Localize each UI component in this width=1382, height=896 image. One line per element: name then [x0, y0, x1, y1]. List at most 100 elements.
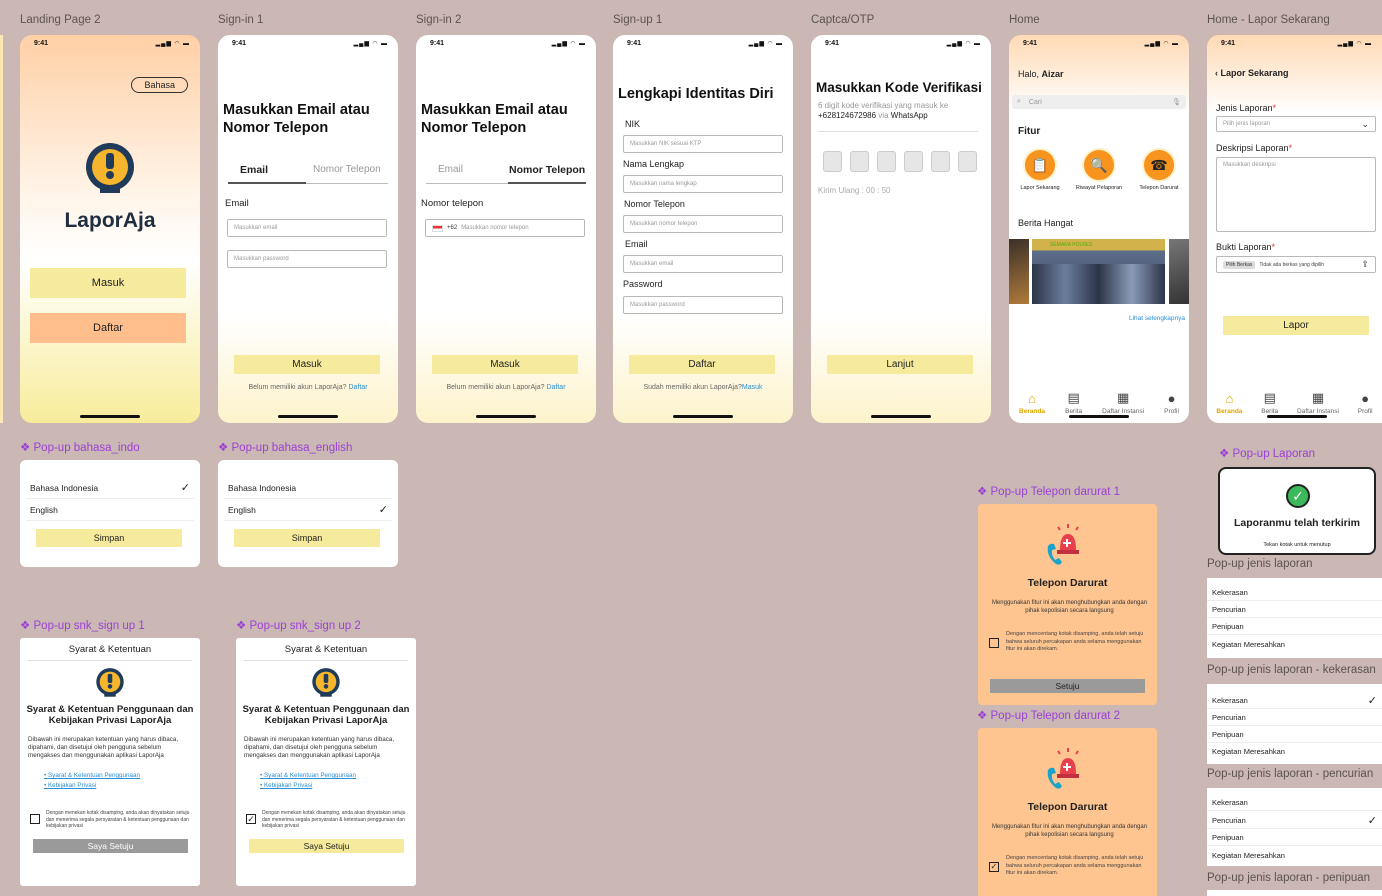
password-input[interactable]: Masukkan password: [227, 250, 387, 268]
deskripsi-textarea[interactable]: Masukkan deskripsi: [1216, 157, 1376, 232]
option-indonesia[interactable]: Bahasa Indonesia: [224, 477, 392, 499]
bahasa-english-popup: Bahasa Indonesia English ✓ Simpan: [218, 460, 398, 567]
masuk-submit-button[interactable]: Masuk: [234, 355, 380, 374]
jenis-option[interactable]: Kekerasan ✓: [1207, 692, 1382, 709]
nama-input[interactable]: Masukkan nama lengkap: [623, 175, 783, 193]
jenis-option-label: Kegiatan Meresahkan: [1212, 747, 1285, 756]
consent-checkbox-checked[interactable]: ✓: [246, 814, 256, 824]
password-input[interactable]: Masukkan password: [623, 296, 783, 314]
jenis-option[interactable]: Pencurian ✓: [1207, 812, 1382, 829]
jenis-option[interactable]: Kegiatan Meresahkan: [1207, 743, 1382, 760]
jenis-option[interactable]: Penipuan: [1207, 829, 1382, 846]
jenis-option[interactable]: Kekerasan: [1207, 794, 1382, 811]
simpan-button[interactable]: Simpan: [234, 529, 380, 547]
option-english[interactable]: English: [26, 499, 194, 521]
masuk-submit-button[interactable]: Masuk: [432, 355, 578, 374]
email-input[interactable]: Masukkan email: [227, 219, 387, 237]
nav-instansi[interactable]: ▦ Daftar Instansi: [1102, 390, 1144, 415]
tab-email[interactable]: Email: [438, 164, 463, 175]
flag-icon: [432, 224, 443, 232]
daftar-submit-button[interactable]: Daftar: [629, 355, 775, 374]
syarat-link[interactable]: Syarat & Ketentuan Penggunaan: [264, 772, 356, 779]
privasi-link[interactable]: Kebijakan Privasi: [48, 782, 96, 789]
otp-digit[interactable]: [958, 151, 977, 172]
tab-phone[interactable]: Nomor Telepon: [509, 164, 585, 176]
lihat-selengkapnya-link[interactable]: Lihat selengkapnya: [1129, 315, 1185, 322]
lanjut-button[interactable]: Lanjut: [827, 355, 973, 374]
email-input[interactable]: Masukkan email: [623, 255, 783, 273]
laporan-popup[interactable]: ✓ Laporanmu telah terkirim Tekan kotak u…: [1218, 467, 1376, 555]
nav-berita[interactable]: ▤ Berita: [1261, 390, 1278, 415]
search-input[interactable]: Cari: [1029, 99, 1164, 106]
laporan-title: Laporanmu telah terkirim: [1233, 517, 1361, 529]
country-code: +62: [447, 225, 458, 231]
telp-input[interactable]: Masukkan nomor telepon: [623, 215, 783, 233]
option-indonesia[interactable]: Bahasa Indonesia ✓: [26, 477, 194, 499]
status-bar: 9:41 ▂▄▆ ◠ ▬: [627, 40, 783, 47]
nav-label: Berita: [1261, 408, 1279, 415]
signup1-screen: 9:41 ▂▄▆ ◠ ▬ Lengkapi Identitas Diri NIK …: [613, 35, 793, 423]
daftar-button[interactable]: Daftar: [30, 313, 186, 343]
nik-input[interactable]: Masukkan NIK sesuai KTP: [623, 135, 783, 153]
jenis-option[interactable]: Penipuan: [1207, 618, 1382, 635]
jenis-option[interactable]: Penipuan: [1207, 726, 1382, 743]
otp-digit[interactable]: [904, 151, 923, 172]
privasi-link[interactable]: Kebijakan Privasi: [264, 782, 312, 789]
home-indicator: [476, 415, 536, 418]
tab-email[interactable]: Email: [240, 164, 268, 176]
search-bar[interactable]: ⌕ Cari 🎙: [1012, 95, 1186, 109]
consent-checkbox-checked[interactable]: ✓: [989, 862, 999, 872]
consent-checkbox[interactable]: [30, 814, 40, 824]
jenis-option[interactable]: Kegiatan Meresahkan: [1207, 636, 1382, 653]
daftar-link[interactable]: Daftar: [546, 384, 565, 391]
building-icon: ▦: [1311, 390, 1325, 405]
file-input[interactable]: Pilih Berkas Tidak ada berkas yang dipil…: [1216, 256, 1376, 273]
consent-checkbox[interactable]: [989, 638, 999, 648]
nav-berita[interactable]: ▤ Berita: [1065, 390, 1082, 415]
masuk-button[interactable]: Masuk: [30, 268, 186, 298]
pilih-berkas-button[interactable]: Pilih Berkas: [1223, 260, 1256, 269]
feature-lapor-sekarang[interactable]: 📋 Lapor Sekarang: [1014, 148, 1066, 191]
jenis-option[interactable]: Pencurian: [1207, 601, 1382, 618]
divider: [818, 131, 978, 132]
simpan-button[interactable]: Simpan: [36, 529, 182, 547]
nav-instansi[interactable]: ▦ Daftar Instansi: [1297, 390, 1339, 415]
syarat-link[interactable]: Syarat & Ketentuan Penggunaan: [48, 772, 140, 779]
greeting: Halo, Aizar: [1018, 69, 1064, 79]
app-logo-icon: [310, 666, 342, 700]
jenis-option[interactable]: Kekerasan: [1207, 584, 1382, 601]
back-button[interactable]: ‹ Lapor Sekarang: [1215, 68, 1289, 78]
snk-links: • Syarat & Ketentuan Penggunaan • Kebijak…: [260, 772, 357, 789]
daftar-link[interactable]: Daftar: [348, 384, 367, 391]
jenis-option-label: Kekerasan: [1212, 695, 1248, 705]
otp-digit[interactable]: [931, 151, 950, 172]
otp-digit[interactable]: [850, 151, 869, 172]
jenis-option[interactable]: Kegiatan Meresahkan: [1207, 847, 1382, 864]
otp-digit[interactable]: [823, 151, 842, 172]
phone-input[interactable]: +62 Masukkan nomor telepon: [425, 219, 585, 237]
feature-riwayat[interactable]: 🔍 Riwayat Pelaporan: [1073, 148, 1125, 191]
masuk-link[interactable]: Masuk: [742, 384, 763, 391]
nav-label: Daftar Instansi: [1297, 408, 1339, 415]
jenis-option[interactable]: Pencurian: [1207, 709, 1382, 726]
saya-setuju-button[interactable]: Saya Setuju: [33, 839, 188, 853]
news-banner[interactable]: SEMARA POLRES: [1032, 239, 1165, 304]
feature-telepon-darurat[interactable]: ☎ Telepon Darurat: [1133, 148, 1185, 191]
nav-profil[interactable]: ● Profil: [1358, 391, 1373, 415]
lapor-button[interactable]: Lapor: [1223, 316, 1369, 335]
nav-beranda[interactable]: ⌂ Beranda: [1216, 391, 1242, 415]
setuju-button[interactable]: Setuju: [990, 679, 1145, 693]
email-label: Email: [625, 239, 648, 249]
resend-timer[interactable]: Kirim Ulang : 00 : 50: [818, 186, 890, 195]
tab-phone[interactable]: Nomor Telepon: [313, 164, 381, 175]
option-label: English: [30, 504, 58, 515]
saya-setuju-button[interactable]: Saya Setuju: [249, 839, 404, 853]
nav-beranda[interactable]: ⌂ Beranda: [1019, 391, 1045, 415]
jenis-select[interactable]: Pilih jenis laporan ⌄: [1216, 116, 1376, 132]
news-thumb[interactable]: [1009, 239, 1029, 304]
nav-profil[interactable]: ● Profil: [1164, 391, 1179, 415]
option-english[interactable]: English ✓: [224, 499, 392, 521]
otp-digit[interactable]: [877, 151, 896, 172]
news-thumb[interactable]: [1169, 239, 1189, 304]
bahasa-button[interactable]: Bahasa: [131, 77, 188, 93]
